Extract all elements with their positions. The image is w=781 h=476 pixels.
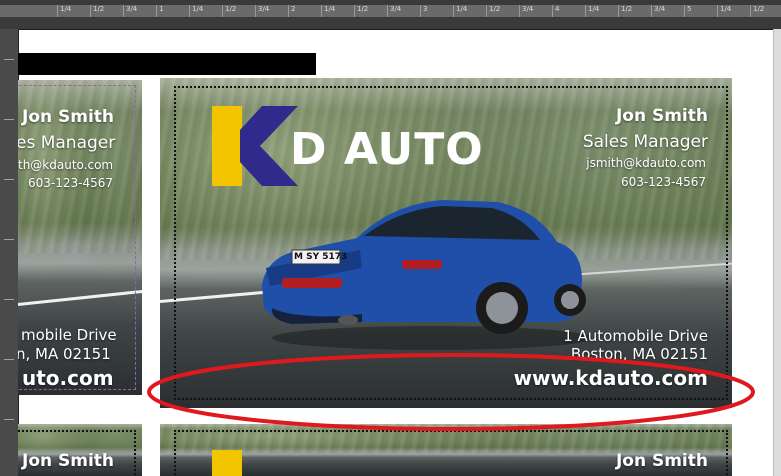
ruler-mark [4, 299, 14, 300]
ruler-tick-label: 1/2 [621, 5, 633, 13]
ruler-mark [4, 59, 14, 60]
ruler-tick-label: 3/4 [258, 5, 270, 13]
ruler-tick-label: 4 [555, 5, 560, 13]
card-website: uto.com [22, 366, 114, 390]
ruler-tick-label: 1/2 [753, 5, 765, 13]
ruler-tick-label: 3/4 [654, 5, 666, 13]
vertical-ruler[interactable] [0, 29, 19, 476]
ruler-tick-line [387, 5, 388, 17]
ruler-tick-label: 1 [159, 5, 164, 13]
ruler-tick-line [618, 5, 619, 17]
ruler-tick-label: 1/4 [60, 5, 72, 13]
business-card-bottom-left[interactable]: Jon Smith [18, 424, 142, 476]
ruler-tick-label: 1/4 [192, 5, 204, 13]
card-address-line2: n, MA 02151 [18, 345, 111, 363]
ruler-tick-line [321, 5, 322, 17]
ruler-tick-label: 1/4 [324, 5, 336, 13]
horizontal-ruler[interactable]: 1/4 1/2 3/4 1 1/4 1/2 3/4 2 1/4 1/2 3/4 3 1/4 1/2 3/4 4… [0, 0, 781, 30]
card-address-line1: 1 Automobile Drive [563, 327, 708, 345]
ruler-tick-line [222, 5, 223, 17]
ruler-mark [4, 179, 14, 180]
ruler-tick-line [90, 5, 91, 17]
ruler-tick-label: 2 [291, 5, 296, 13]
ruler-tick-line [552, 5, 553, 17]
ruler-tick-label: 3/4 [126, 5, 138, 13]
ruler-tick-label: 3/4 [390, 5, 402, 13]
ruler-tick-line [189, 5, 190, 17]
ruler-tick-line [255, 5, 256, 17]
ruler-tick-line [717, 5, 718, 17]
card-email: jsmith@kdauto.com [586, 156, 706, 170]
redacted-title-bar [18, 53, 316, 75]
card-name: Jon Smith [615, 106, 708, 126]
ruler-mark [4, 419, 14, 420]
business-card-left[interactable]: Jon Smith es Manager th@kdauto.com 603-1… [18, 80, 142, 395]
ruler-tick-line [420, 5, 421, 17]
ruler-tick-label: 3/4 [522, 5, 534, 13]
ruler-tick-line [57, 5, 58, 17]
card-title: es Manager [18, 133, 116, 153]
card-phone: 603-123-4567 [28, 176, 114, 190]
card-title: Sales Manager [582, 132, 708, 152]
ruler-tick-label: 1/4 [720, 5, 732, 13]
highlight-ellipse [147, 353, 755, 431]
card-name: Jon Smith [615, 451, 708, 471]
ruler-tick-line [453, 5, 454, 17]
ruler-tick-line [123, 5, 124, 17]
ruler-tick-line [354, 5, 355, 17]
card-name: Jon Smith [22, 107, 115, 127]
ruler-tick-line [750, 5, 751, 17]
ruler-tick-label: 1/2 [225, 5, 237, 13]
ruler-tick-line [156, 5, 157, 17]
ruler-tick-label: 1/4 [456, 5, 468, 13]
ruler-tick-line [288, 5, 289, 17]
vertical-scrollbar[interactable] [773, 29, 781, 476]
ruler-mark [4, 359, 14, 360]
ruler-mark [4, 239, 14, 240]
ruler-tick-label: 1/2 [357, 5, 369, 13]
ruler-tick-line [651, 5, 652, 17]
card-email: th@kdauto.com [18, 158, 114, 172]
ruler-tick-line [486, 5, 487, 17]
ruler-mark [4, 119, 14, 120]
card-phone: 603-123-4567 [620, 175, 706, 189]
card-address-line1: mobile Drive [21, 326, 117, 344]
ruler-tick-label: 1/2 [93, 5, 105, 13]
ruler-tick-label: 3 [423, 5, 428, 13]
ruler-tick-line [519, 5, 520, 17]
ruler-tick-label: 1/4 [588, 5, 600, 13]
ruler-tick-label: 5 [687, 5, 692, 13]
ruler-tick-label: 1/2 [489, 5, 501, 13]
ruler-tick-line [684, 5, 685, 17]
ruler-tick-line [585, 5, 586, 17]
card-name: Jon Smith [22, 451, 115, 471]
